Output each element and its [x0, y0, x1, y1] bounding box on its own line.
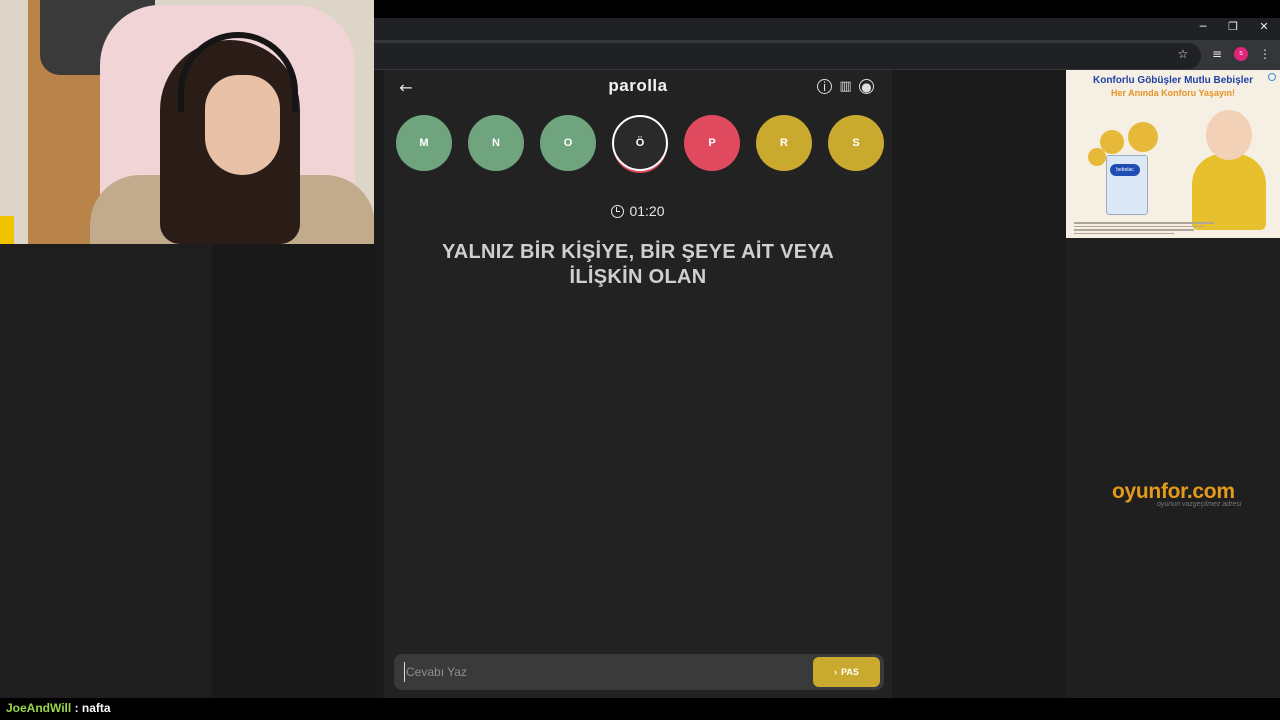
tab-search-icon[interactable]: ≡ — [1209, 46, 1225, 62]
pass-button[interactable]: › PAS — [813, 657, 880, 687]
stats-icon[interactable]: ▥ — [838, 79, 853, 94]
letter-o-umlaut-current: Ö — [612, 115, 668, 171]
brand-tagline: oyunun vazgeçilmez adresi — [1157, 501, 1242, 508]
chevron-right-icon: › — [834, 667, 838, 677]
timer-value: 01:20 — [629, 203, 665, 219]
letter-r: R — [756, 115, 812, 171]
question-line-2: İLİŞKİN OLAN — [569, 266, 707, 288]
clock-icon — [611, 205, 625, 218]
letter-s: S — [828, 115, 884, 171]
star-icon[interactable]: ☆ — [1175, 46, 1191, 62]
ad-banner[interactable]: Konforlu Göbüşler Mutlu Bebişler Her Anı… — [1066, 70, 1280, 238]
tab-strip — [374, 0, 1280, 18]
letter-wheel: M N O Ö P R S — [396, 115, 886, 175]
ad-badge — [1128, 122, 1158, 152]
account-icon[interactable]: ● — [859, 79, 874, 94]
ad-baby-image — [1192, 154, 1266, 230]
ad-baby-face — [1206, 110, 1252, 160]
ad-subtitle: Her Anında Konforu Yaşayın! — [1110, 88, 1236, 98]
menu-icon[interactable]: ⋮ — [1257, 46, 1273, 62]
answer-bar: › PAS — [394, 654, 884, 690]
letter-o: O — [540, 115, 596, 171]
letter-p: P — [684, 115, 740, 171]
stream-left-panel — [0, 244, 212, 700]
ad-title: Konforlu Göbüşler Mutlu Bebişler — [1092, 75, 1253, 86]
letter-m: M — [396, 115, 452, 171]
chat-bar: JoeAndWill : nafta — [0, 698, 1280, 720]
web-page: ← parolla i ▥ ● M N O Ö P R S 01:20 YALN… — [374, 70, 1066, 700]
question-text: YALNIZ BİR KİŞİYE, BİR ŞEYE AİT VEYA İLİ… — [414, 240, 862, 290]
minimize-button[interactable]: ─ — [1188, 18, 1218, 36]
address-bar[interactable] — [374, 43, 1201, 69]
profile-avatar[interactable]: s — [1234, 47, 1248, 61]
close-button[interactable]: ✕ — [1249, 18, 1279, 36]
webcam-feed — [0, 0, 374, 244]
page-right-gutter — [1066, 238, 1280, 700]
timer: 01:20 — [374, 203, 902, 219]
browser-toolbar: ☆ ≡ ⋮ — [374, 40, 1280, 70]
chat-username: JoeAndWill — [6, 701, 72, 715]
ad-product-label: bebelac — [1110, 164, 1140, 176]
answer-input[interactable] — [404, 662, 804, 682]
ad-fine-print — [1074, 222, 1214, 234]
stream-frame: ─ ❐ ✕ ☆ ≡ ⋮ s ← parolla i ▥ ● M N O Ö P … — [0, 0, 1280, 720]
title-bar — [374, 18, 1280, 40]
info-icon[interactable]: i — [817, 79, 832, 94]
chat-message: : nafta — [74, 701, 111, 715]
pass-label: PAS — [841, 667, 859, 677]
ad-badge — [1088, 148, 1106, 166]
restore-button[interactable]: ❐ — [1218, 18, 1248, 36]
ad-info-icon[interactable] — [1268, 73, 1276, 81]
header-icons: i ▥ ● — [817, 79, 874, 94]
letter-n: N — [468, 115, 524, 171]
page-left-gutter — [212, 244, 374, 700]
question-line-1: YALNIZ BİR KİŞİYE, BİR ŞEYE AİT VEYA — [441, 241, 834, 263]
